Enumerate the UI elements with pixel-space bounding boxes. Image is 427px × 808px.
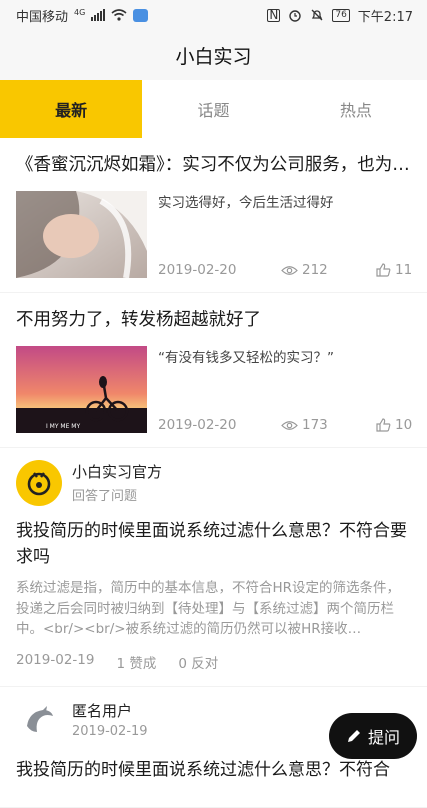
like-count[interactable]: 11 [376,262,412,278]
article-title: 《香蜜沉沉烬如霜》：实习不仅为公司服务，也为自己成长 [16,155,411,175]
clock: 下午2:17 [357,9,413,25]
answer-meta: 2019-02-19 1 赞成 0 反对 [16,640,411,686]
wifi-icon [111,9,127,21]
battery-level: 76 [335,9,347,20]
view-count: 173 [281,417,328,433]
tab-label: 最新 [55,101,88,120]
eye-icon [281,420,298,430]
tab-label: 热点 [339,101,372,120]
user-name[interactable]: 小白实习官方 [72,461,162,482]
avatar[interactable] [16,699,62,745]
answer-date: 2019-02-19 [16,652,95,668]
tab-topics[interactable]: 话题 [142,80,284,138]
article-title: 不用努力了，转发杨超越就好了 [16,310,261,330]
like-count-value: 10 [395,417,413,433]
battery-icon: 76 [332,8,350,22]
article-date: 2019-02-20 [158,417,237,433]
article-thumbnail [16,191,147,278]
agree-count[interactable]: 1 赞成 [116,652,156,672]
notification-app-icon [133,8,149,22]
article-thumbnail: I MY ME MY [16,346,147,433]
answer-card[interactable]: 小白实习官方 回答了问题 我投简历的时候里面说系统过滤什么意思？不符合要求吗 系… [0,448,427,686]
page-title: 小白实习 [175,45,252,68]
article-date: 2019-02-20 [158,262,237,278]
user-action: 回答了问题 [72,489,138,504]
like-count[interactable]: 10 [376,417,412,433]
alarm-icon [289,10,302,22]
tab-bar: 最新 话题 热点 [0,80,427,138]
tab-label: 话题 [197,101,230,120]
question-title[interactable]: 我投简历的时候里面说系统过滤什么意思？不符合要求吗 [16,516,411,570]
tab-hot[interactable]: 热点 [285,80,427,138]
article-excerpt: 实习选得好，今后生活过得好 [158,195,334,211]
avatar[interactable] [16,460,62,506]
tab-latest[interactable]: 最新 [0,80,143,138]
answer-excerpt: 系统过滤是指，简历中的基本信息，不符合HR设定的筛选条件，投递之后会同时被归纳到… [16,580,401,637]
network-type: 4G [74,7,86,17]
eye-icon [281,265,298,275]
view-count: 212 [281,262,328,278]
user-name[interactable]: 匿名用户 [72,700,132,721]
nfc-icon: N [267,7,281,22]
mute-icon [311,9,323,21]
status-bar: 中国移动 4G N 76 下午2:17 [0,0,427,30]
brand-logo-icon [27,472,51,496]
article-excerpt: “有没有钱多又轻松的实习？” [158,350,334,366]
carrier-label: 中国移动 [16,9,69,25]
ask-question-button[interactable]: 提问 [329,713,417,759]
article-card[interactable]: 《香蜜沉沉烬如霜》：实习不仅为公司服务，也为自己成长 实习选得好，今后生活过得好… [0,138,427,292]
view-count-value: 173 [302,417,328,433]
thumb-up-icon [376,263,391,277]
thumb-up-icon [376,418,391,432]
answer-date: 2019-02-19 [72,724,148,739]
dolphin-icon [27,706,53,732]
signal-icon [91,9,106,21]
app-bar: 小白实习 [0,30,427,80]
pencil-icon [347,730,360,742]
view-count-value: 212 [302,262,328,278]
question-title[interactable]: 我投简历的时候里面说系统过滤什么意思？不符合 [16,755,411,783]
feed: 《香蜜沉沉烬如霜》：实习不仅为公司服务，也为自己成长 实习选得好，今后生活过得好… [0,138,427,808]
disagree-count[interactable]: 0 反对 [178,652,218,672]
ask-question-label: 提问 [367,728,400,747]
like-count-value: 11 [395,262,413,278]
article-card[interactable]: 不用努力了，转发杨超越就好了 I MY ME MY “有没有钱多又轻松的实习？”… [0,293,427,447]
thumbnail-caption: I MY ME MY [46,423,80,430]
